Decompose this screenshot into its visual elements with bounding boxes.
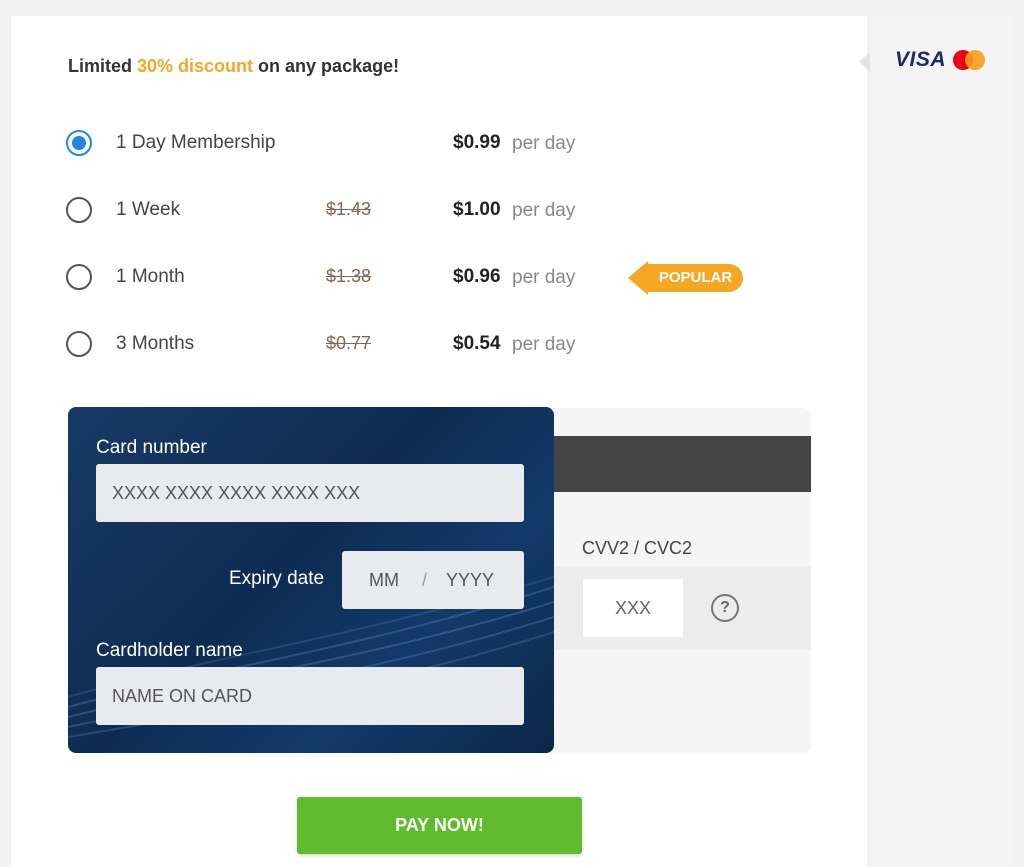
radio-selected-icon[interactable] (66, 130, 92, 156)
card-number-label: Card number (96, 437, 207, 458)
package-price: $0.99 (453, 132, 501, 153)
package-unit: per day (512, 334, 576, 355)
package-old-price: $0.77 (326, 333, 372, 353)
popular-badge: POPULAR (628, 261, 743, 295)
card-number-input[interactable]: XXXX XXXX XXXX XXXX XXX (96, 464, 524, 522)
card-front: Card number XXXX XXXX XXXX XXXX XXX Expi… (68, 407, 554, 753)
visa-logo: VISA (895, 48, 947, 71)
package-price: $0.96 (453, 266, 501, 287)
payment-sidebar (870, 16, 1012, 867)
package-option-3-months[interactable]: 3 Months $0.77 $0.54 per day (66, 329, 766, 363)
expiry-year-input[interactable]: YYYY (446, 551, 494, 609)
sidebar-notch (859, 52, 870, 72)
package-unit: per day (512, 200, 576, 221)
promo-highlight: 30% discount (137, 56, 254, 76)
card-back: CVV2 / CVC2 XXX ? (540, 408, 811, 753)
cardholder-name-input[interactable]: NAME ON CARD (96, 667, 524, 725)
package-unit: per day (512, 267, 576, 288)
package-price: $0.54 (453, 333, 501, 354)
package-name: 1 Day Membership (116, 132, 276, 153)
badge-arrow-icon (628, 261, 648, 295)
package-name: 1 Week (116, 199, 181, 220)
package-option-1-day[interactable]: 1 Day Membership $0.99 per day (66, 128, 766, 162)
popular-badge-label: POPULAR (648, 264, 743, 292)
package-option-1-week[interactable]: 1 Week $1.43 $1.00 per day (66, 195, 766, 229)
discount-banner: Limited 30% discount on any package! (68, 56, 399, 77)
cvv-input[interactable]: XXX (583, 579, 683, 637)
expiry-date-field[interactable]: MM / YYYY (342, 551, 524, 609)
expiry-month-input[interactable]: MM (369, 551, 399, 609)
package-name: 1 Month (116, 266, 185, 287)
radio-icon[interactable] (66, 197, 92, 223)
promo-suffix: on any package! (253, 56, 400, 76)
package-name: 3 Months (116, 333, 195, 354)
help-icon[interactable]: ? (711, 594, 739, 622)
magnetic-stripe (540, 436, 811, 492)
radio-icon[interactable] (66, 264, 92, 290)
mastercard-icon (953, 50, 987, 72)
promo-prefix: Limited (68, 56, 138, 76)
radio-icon[interactable] (66, 331, 92, 357)
package-price: $1.00 (453, 199, 501, 220)
pay-now-button[interactable]: PAY NOW! (297, 797, 582, 854)
expiry-separator: / (422, 570, 428, 590)
package-unit: per day (512, 133, 576, 154)
expiry-date-label: Expiry date (229, 568, 325, 589)
cvv-label: CVV2 / CVC2 (582, 538, 693, 558)
cardholder-name-label: Cardholder name (96, 640, 243, 661)
package-old-price: $1.38 (326, 266, 372, 286)
package-old-price: $1.43 (326, 199, 372, 219)
